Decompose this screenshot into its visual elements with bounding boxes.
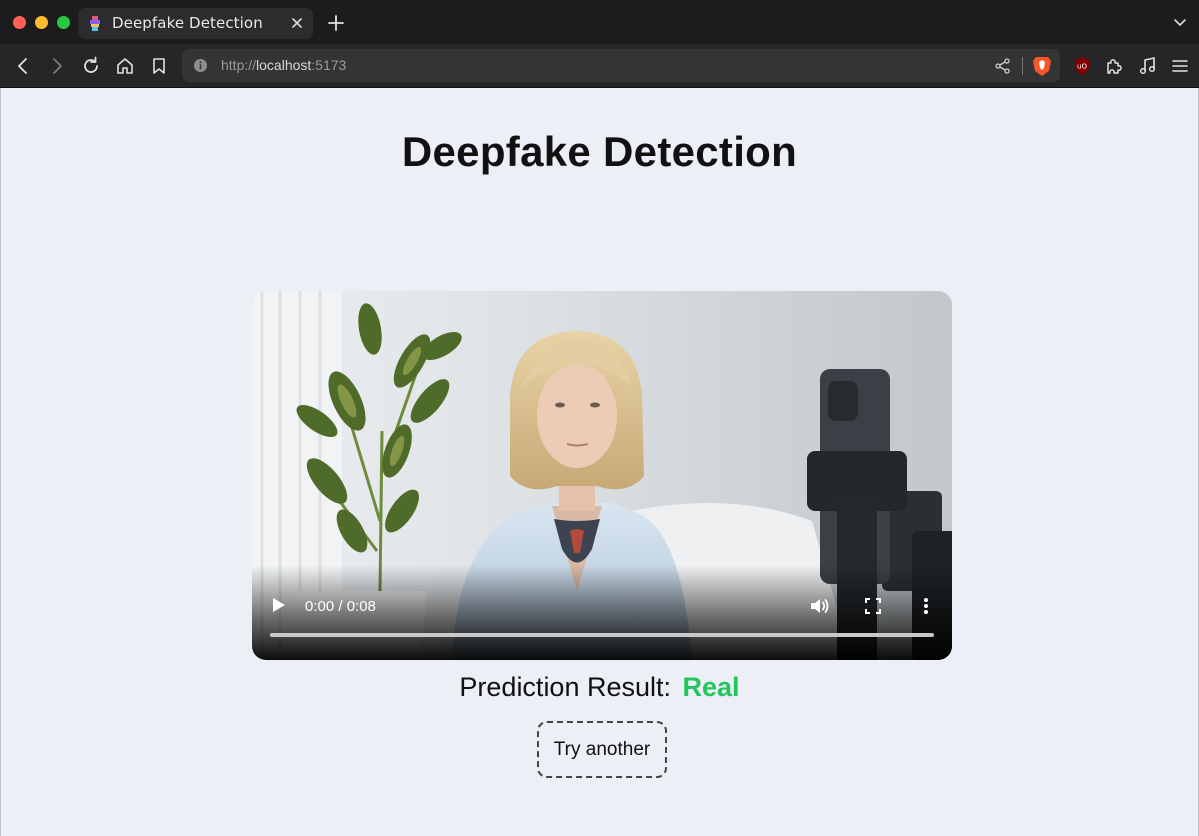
video-time: 0:00 / 0:08 [305,598,376,615]
window-minimize-button[interactable] [35,16,48,29]
plus-icon[interactable] [326,13,346,33]
window-maximize-button[interactable] [57,16,70,29]
favicon-icon [90,16,100,31]
media-icon[interactable] [1137,55,1159,77]
more-options-icon[interactable] [919,596,933,616]
menu-icon[interactable] [1169,55,1191,77]
video-seek-bar[interactable] [270,633,934,637]
address-bar-divider [1022,57,1023,75]
prediction-result-value: Real [682,672,740,702]
volume-icon[interactable] [809,596,831,616]
brave-shield-icon[interactable] [1032,55,1052,77]
page-content: Deepfake Detection 0:00 / 0:08 Predictio… [0,88,1199,836]
home-icon[interactable] [114,55,136,77]
tab-deepfake-detection[interactable]: Deepfake Detection [78,8,313,39]
ublock-icon[interactable]: uO [1071,55,1093,77]
video-player[interactable]: 0:00 / 0:08 [252,291,952,660]
reload-icon[interactable] [80,55,102,77]
info-icon[interactable] [193,58,208,73]
back-icon[interactable] [12,55,34,77]
forward-icon[interactable] [46,55,68,77]
share-icon[interactable] [994,57,1012,75]
page-title: Deepfake Detection [401,128,798,175]
url-host: localhost [256,57,312,73]
close-icon[interactable] [289,15,305,31]
window-close-button[interactable] [13,16,26,29]
address-bar[interactable]: http://localhost:5173 [182,49,1060,82]
play-icon[interactable] [272,597,286,613]
tab-strip: Deepfake Detection [0,0,1199,44]
chevron-down-icon[interactable] [1173,16,1187,30]
url-text[interactable]: http://localhost:5173 [221,57,346,73]
prediction-result-label: Prediction Result: [459,672,672,702]
navigation-toolbar: http://localhost:5173 uO [0,44,1199,88]
svg-text:uO: uO [1077,63,1087,71]
tab-title: Deepfake Detection [112,14,263,32]
url-port: :5173 [311,57,347,73]
extensions-icon[interactable] [1103,55,1125,77]
bookmark-icon[interactable] [148,55,170,77]
try-another-button[interactable]: Try another [537,721,667,778]
prediction-result: Prediction Result: Real [1,672,1198,703]
url-scheme: http:// [221,57,257,73]
fullscreen-icon[interactable] [865,598,881,614]
